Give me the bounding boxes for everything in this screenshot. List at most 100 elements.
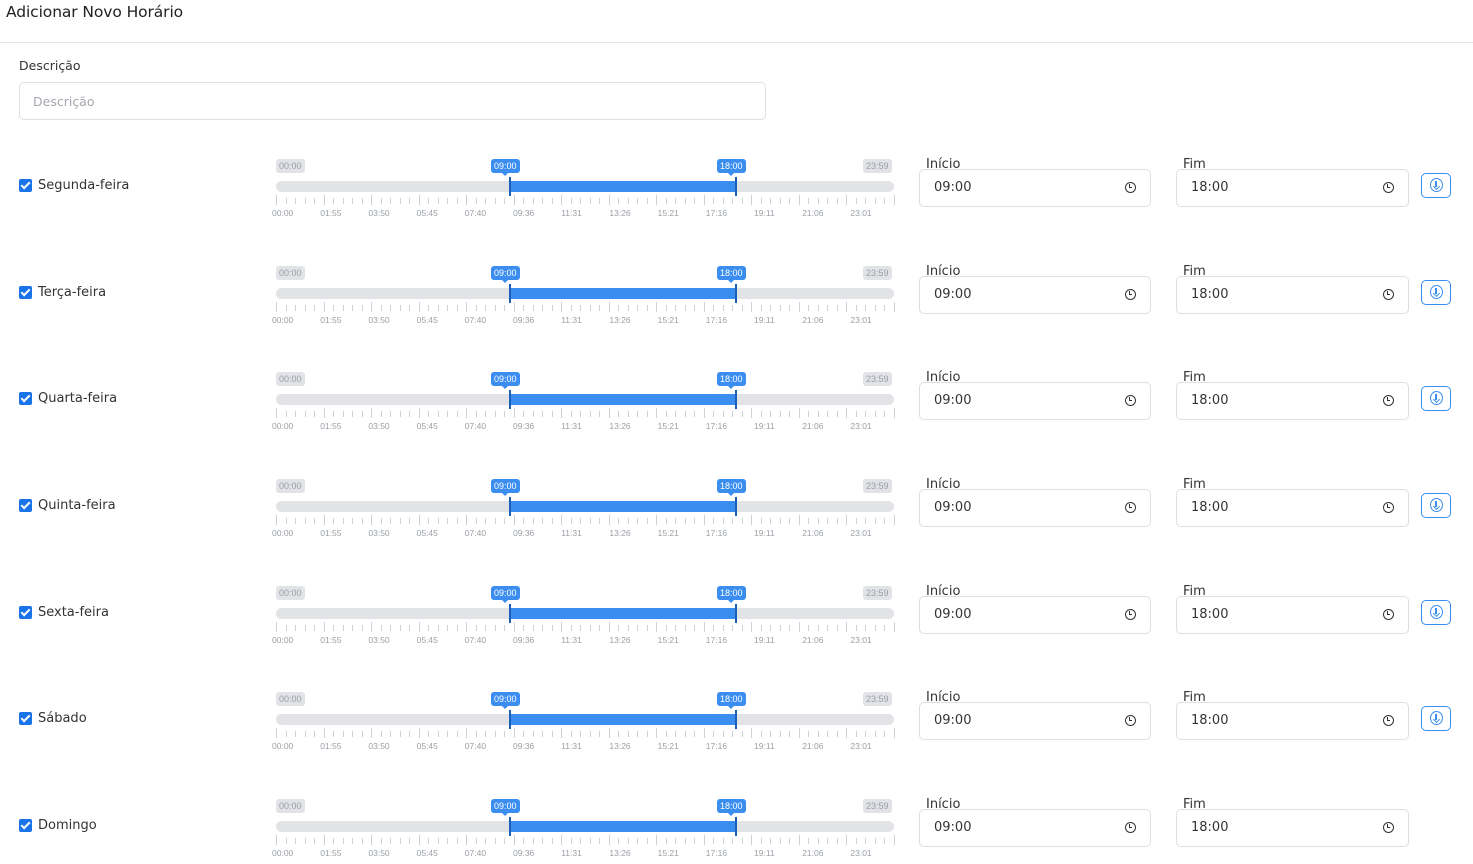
- clock-icon[interactable]: [1125, 395, 1136, 406]
- start-time-value: 09:00: [934, 607, 972, 622]
- time-range-slider[interactable]: 00:00 23:59 09:00 18:00 00:00 01:55 03:50 0…: [270, 256, 900, 326]
- slider-end-handle[interactable]: [735, 710, 737, 729]
- slider-end-handle[interactable]: [735, 497, 737, 516]
- start-time-input[interactable]: 09:00: [919, 382, 1151, 420]
- copy-down-button[interactable]: [1421, 173, 1451, 198]
- slider-tick: [590, 198, 591, 204]
- clock-icon[interactable]: [1383, 289, 1394, 300]
- slider-tick-label: 05:45: [416, 741, 438, 751]
- day-toggle[interactable]: Sexta-feira: [19, 605, 109, 620]
- slider-tick: [447, 305, 448, 311]
- copy-down-button[interactable]: [1421, 706, 1451, 731]
- slider-tick: [628, 838, 629, 844]
- clock-icon[interactable]: [1383, 395, 1394, 406]
- day-toggle[interactable]: Terça-feira: [19, 285, 106, 300]
- slider-tick: [295, 731, 296, 737]
- time-range-slider[interactable]: 00:00 23:59 09:00 18:00 00:00 01:55 03:50 0…: [270, 576, 900, 646]
- start-time-input[interactable]: 09:00: [919, 489, 1151, 527]
- slider-tick: [789, 198, 790, 204]
- clock-icon[interactable]: [1383, 822, 1394, 833]
- clock-icon[interactable]: [1125, 609, 1136, 620]
- day-toggle[interactable]: Sábado: [19, 711, 87, 726]
- slider-tick: [789, 518, 790, 524]
- slider-tick: [884, 518, 885, 524]
- end-time-input[interactable]: 18:00: [1176, 596, 1409, 634]
- slider-start-handle[interactable]: [509, 604, 511, 623]
- slider-tick: [352, 625, 353, 631]
- end-time-input[interactable]: 18:00: [1176, 489, 1409, 527]
- time-range-slider[interactable]: 00:00 23:59 09:00 18:00 00:00 01:55 03:50 0…: [270, 682, 900, 752]
- start-time-input[interactable]: 09:00: [919, 596, 1151, 634]
- slider-tick: [333, 518, 334, 524]
- end-time-input[interactable]: 18:00: [1176, 809, 1409, 847]
- slider-start-handle[interactable]: [509, 710, 511, 729]
- slider-tick: [400, 411, 401, 417]
- slider-tick: [495, 198, 496, 204]
- end-time-input[interactable]: 18:00: [1176, 702, 1409, 740]
- clock-icon[interactable]: [1383, 715, 1394, 726]
- slider-tick: [846, 302, 847, 312]
- slider-start-handle[interactable]: [509, 817, 511, 836]
- day-toggle[interactable]: Domingo: [19, 818, 97, 833]
- end-time-input[interactable]: 18:00: [1176, 382, 1409, 420]
- start-time-input[interactable]: 09:00: [919, 169, 1151, 207]
- slider-tick-label: 21:06: [802, 741, 824, 751]
- copy-down-button[interactable]: [1421, 280, 1451, 305]
- slider-end-handle[interactable]: [735, 284, 737, 303]
- slider-start-handle[interactable]: [509, 497, 511, 516]
- slider-tick: [571, 198, 572, 204]
- slider-start-handle[interactable]: [509, 390, 511, 409]
- description-input[interactable]: [19, 82, 766, 120]
- start-time-input[interactable]: 09:00: [919, 702, 1151, 740]
- slider-end-handle[interactable]: [735, 817, 737, 836]
- slider-end-handle[interactable]: [735, 604, 737, 623]
- slider-tick: [666, 411, 667, 417]
- clock-icon[interactable]: [1125, 715, 1136, 726]
- clock-icon[interactable]: [1125, 182, 1136, 193]
- day-checkbox[interactable]: [19, 179, 32, 192]
- end-time-input[interactable]: 18:00: [1176, 169, 1409, 207]
- slider-tick: [343, 518, 344, 524]
- day-checkbox[interactable]: [19, 819, 32, 832]
- clock-icon[interactable]: [1383, 182, 1394, 193]
- day-checkbox[interactable]: [19, 392, 32, 405]
- copy-down-button[interactable]: [1421, 386, 1451, 411]
- day-toggle[interactable]: Quinta-feira: [19, 498, 116, 513]
- slider-tick: [732, 838, 733, 844]
- start-time-input[interactable]: 09:00: [919, 809, 1151, 847]
- day-checkbox[interactable]: [19, 712, 32, 725]
- slider-end-handle[interactable]: [735, 177, 737, 196]
- slider-end-handle[interactable]: [735, 390, 737, 409]
- copy-down-button[interactable]: [1421, 600, 1451, 625]
- slider-tick: [894, 515, 895, 525]
- slider-tick-label: 03:50: [368, 315, 390, 325]
- clock-icon[interactable]: [1125, 289, 1136, 300]
- copy-down-button[interactable]: [1421, 493, 1451, 518]
- time-range-slider[interactable]: 00:00 23:59 09:00 18:00 00:00 01:55 03:50 0…: [270, 789, 900, 859]
- day-checkbox[interactable]: [19, 499, 32, 512]
- slider-tick: [523, 518, 524, 524]
- clock-icon[interactable]: [1383, 502, 1394, 513]
- day-checkbox[interactable]: [19, 286, 32, 299]
- slider-start-handle[interactable]: [509, 177, 511, 196]
- slider-tick: [400, 838, 401, 844]
- day-toggle[interactable]: Quarta-feira: [19, 391, 117, 406]
- day-toggle[interactable]: Segunda-feira: [19, 178, 129, 193]
- day-checkbox[interactable]: [19, 606, 32, 619]
- time-range-slider[interactable]: 00:00 23:59 09:00 18:00 00:00 01:55 03:50 0…: [270, 362, 900, 432]
- clock-icon[interactable]: [1125, 822, 1136, 833]
- time-range-slider[interactable]: 00:00 23:59 09:00 18:00 00:00 01:55 03:50 0…: [270, 149, 900, 219]
- slider-start-handle[interactable]: [509, 284, 511, 303]
- slider-tick: [362, 518, 363, 524]
- slider-tick: [875, 731, 876, 737]
- clock-icon[interactable]: [1125, 502, 1136, 513]
- slider-tick: [561, 195, 562, 205]
- clock-icon[interactable]: [1383, 609, 1394, 620]
- time-range-slider[interactable]: 00:00 23:59 09:00 18:00 00:00 01:55 03:50 0…: [270, 469, 900, 539]
- slider-tick-label: 01:55: [320, 421, 342, 431]
- slider-tick: [561, 728, 562, 738]
- slider-tick: [761, 411, 762, 417]
- end-time-input[interactable]: 18:00: [1176, 276, 1409, 314]
- start-time-input[interactable]: 09:00: [919, 276, 1151, 314]
- slider-tick: [723, 198, 724, 204]
